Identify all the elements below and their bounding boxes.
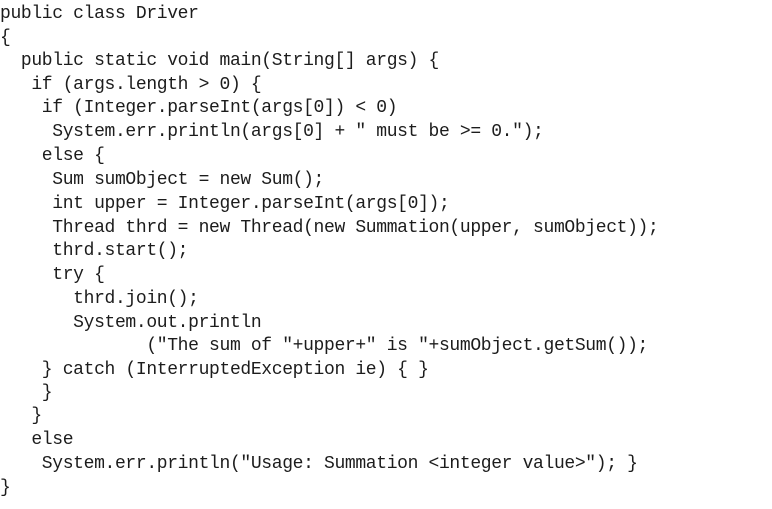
code-line: int upper = Integer.parseInt(args[0]); [0, 194, 450, 214]
code-line: Thread thrd = new Thread(new Summation(u… [0, 218, 659, 238]
code-line: ("The sum of "+upper+" is "+sumObject.ge… [0, 336, 649, 356]
code-line: if (Integer.parseInt(args[0]) < 0) [0, 98, 398, 118]
code-line: System.out.println [0, 313, 262, 333]
code-line: else [0, 430, 74, 450]
code-line: thrd.join(); [0, 289, 199, 309]
code-line: else { [0, 146, 105, 166]
code-line: thrd.start(); [0, 241, 189, 261]
code-listing: public class Driver { public static void… [0, 0, 772, 509]
code-line: System.err.println(args[0] + " must be >… [0, 122, 544, 142]
code-line: { [0, 28, 11, 48]
code-line: if (args.length > 0) { [0, 75, 262, 95]
code-line: System.err.println("Usage: Summation <in… [0, 454, 638, 474]
code-line: try { [0, 265, 105, 285]
code-line: public static void main(String[] args) { [0, 51, 439, 71]
code-line: } [0, 406, 42, 426]
code-line: } [0, 478, 11, 498]
code-line: } [0, 383, 53, 403]
code-line: } catch (InterruptedException ie) { } [0, 360, 429, 380]
code-line: public class Driver [0, 4, 199, 24]
code-line: Sum sumObject = new Sum(); [0, 170, 325, 190]
